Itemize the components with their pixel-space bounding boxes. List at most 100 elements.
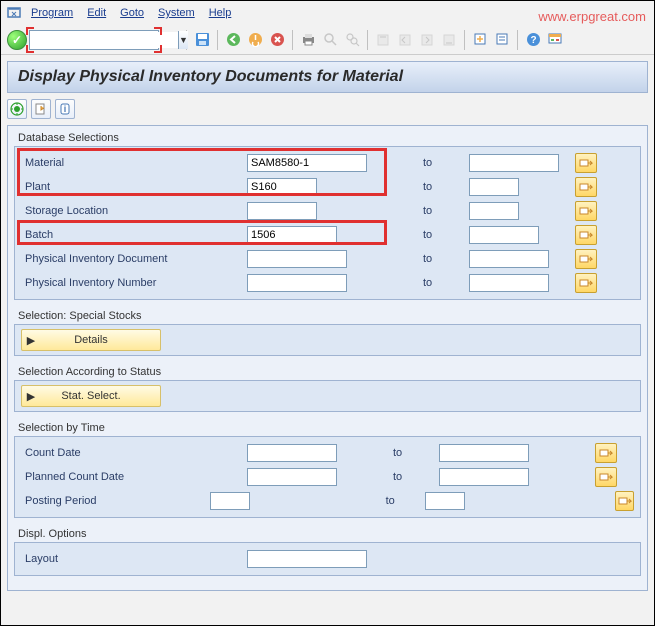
label-posting-period: Posting Period — [21, 495, 204, 507]
multi-select-plancountdate[interactable] — [595, 467, 617, 487]
new-session-icon[interactable] — [470, 30, 490, 50]
last-page-icon — [439, 30, 459, 50]
row-posting-period: Posting Period to — [21, 489, 634, 513]
multi-select-pperiod[interactable] — [615, 491, 634, 511]
group-database-selections: Database Selections Material to Plant to… — [14, 130, 641, 300]
cancel-icon[interactable] — [267, 30, 287, 50]
row-storage-location: Storage Location to — [21, 199, 634, 223]
input-material-to[interactable] — [469, 154, 559, 172]
to-label: to — [373, 253, 463, 265]
input-plant-from[interactable] — [247, 178, 317, 196]
group-special-stocks: Selection: Special Stocks ▶ Details — [14, 308, 641, 356]
row-planned-count-date: Planned Count Date to — [21, 465, 634, 489]
layout-menu-icon[interactable] — [545, 30, 565, 50]
to-label: to — [373, 157, 463, 169]
label-material: Material — [21, 157, 241, 169]
input-layout[interactable] — [247, 550, 367, 568]
menu-program[interactable]: Program — [25, 5, 79, 21]
to-label: to — [316, 495, 419, 507]
group-title-status: Selection According to Status — [14, 364, 641, 380]
find-icon — [320, 30, 340, 50]
multi-select-pidoc[interactable] — [575, 249, 597, 269]
label-batch: Batch — [21, 229, 241, 241]
input-plancountdate-to[interactable] — [439, 468, 529, 486]
menu-goto[interactable]: Goto — [114, 5, 150, 21]
to-label: to — [373, 181, 463, 193]
system-toolbar: ✓ ▼ « ? — [1, 25, 654, 55]
menu-help[interactable]: Help — [203, 5, 238, 21]
label-layout: Layout — [21, 553, 241, 565]
multi-select-countdate[interactable] — [595, 443, 617, 463]
shortcut-icon[interactable] — [492, 30, 512, 50]
label-plant: Plant — [21, 181, 241, 193]
expand-icon: ▶ — [22, 334, 40, 347]
input-plancountdate-from[interactable] — [247, 468, 337, 486]
row-pi-document: Physical Inventory Document to — [21, 247, 634, 271]
page-title: Display Physical Inventory Documents for… — [18, 68, 637, 86]
to-label: to — [373, 277, 463, 289]
details-button[interactable]: ▶ Details — [21, 329, 161, 351]
input-pidoc-from[interactable] — [247, 250, 347, 268]
label-pi-number: Physical Inventory Number — [21, 277, 241, 289]
row-material: Material to — [21, 151, 634, 175]
group-time: Selection by Time Count Date to Planned … — [14, 420, 641, 518]
input-plant-to[interactable] — [469, 178, 519, 196]
command-dropdown-icon[interactable]: ▼ — [178, 31, 188, 49]
find-next-icon — [342, 30, 362, 50]
group-title-displ: Displ. Options — [14, 526, 641, 542]
input-countdate-from[interactable] — [247, 444, 337, 462]
to-label: to — [373, 447, 433, 459]
back-icon[interactable] — [223, 30, 243, 50]
stat-select-button[interactable]: ▶ Stat. Select. — [21, 385, 161, 407]
multi-select-pinum[interactable] — [575, 273, 597, 293]
input-pinum-to[interactable] — [469, 274, 549, 292]
svg-text:i: i — [64, 104, 67, 114]
to-label: to — [373, 205, 463, 217]
menu-edit[interactable]: Edit — [81, 5, 112, 21]
enter-button[interactable]: ✓ — [7, 30, 27, 50]
input-sloc-to[interactable] — [469, 202, 519, 220]
multi-select-plant[interactable] — [575, 177, 597, 197]
group-title-db: Database Selections — [14, 130, 641, 146]
multi-select-sloc[interactable] — [575, 201, 597, 221]
input-material-from[interactable] — [247, 154, 367, 172]
row-count-date: Count Date to — [21, 441, 634, 465]
label-pi-document: Physical Inventory Document — [21, 253, 241, 265]
input-batch-to[interactable] — [469, 226, 539, 244]
save-icon[interactable] — [192, 30, 212, 50]
group-title-time: Selection by Time — [14, 420, 641, 436]
info-icon[interactable]: i — [55, 99, 75, 119]
input-pidoc-to[interactable] — [469, 250, 549, 268]
stat-select-button-label: Stat. Select. — [40, 390, 160, 402]
next-page-icon — [417, 30, 437, 50]
row-layout: Layout — [21, 547, 634, 571]
details-button-label: Details — [40, 334, 160, 346]
input-pperiod-to[interactable] — [425, 492, 465, 510]
first-page-icon — [373, 30, 393, 50]
input-sloc-from[interactable] — [247, 202, 317, 220]
content-area: Database Selections Material to Plant to… — [7, 125, 648, 591]
to-label: to — [373, 229, 463, 241]
input-pinum-from[interactable] — [247, 274, 347, 292]
multi-select-batch[interactable] — [575, 225, 597, 245]
exit-icon[interactable] — [245, 30, 265, 50]
svg-text:?: ? — [530, 35, 536, 46]
menu-system[interactable]: System — [152, 5, 201, 21]
input-batch-from[interactable] — [247, 226, 337, 244]
window-menu-icon[interactable] — [5, 4, 23, 22]
input-pperiod-from[interactable] — [210, 492, 250, 510]
label-planned-count-date: Planned Count Date — [21, 471, 241, 483]
execute-icon[interactable] — [7, 99, 27, 119]
row-pi-number: Physical Inventory Number to — [21, 271, 634, 295]
input-countdate-to[interactable] — [439, 444, 529, 462]
to-label: to — [373, 471, 433, 483]
help-icon[interactable]: ? — [523, 30, 543, 50]
get-variant-icon[interactable] — [31, 99, 51, 119]
command-field[interactable]: ▼ — [29, 30, 159, 50]
prev-page-icon — [395, 30, 415, 50]
label-storage-location: Storage Location — [21, 205, 241, 217]
print-icon[interactable] — [298, 30, 318, 50]
row-batch: Batch to — [21, 223, 634, 247]
group-displ-options: Displ. Options Layout — [14, 526, 641, 576]
multi-select-material[interactable] — [575, 153, 597, 173]
